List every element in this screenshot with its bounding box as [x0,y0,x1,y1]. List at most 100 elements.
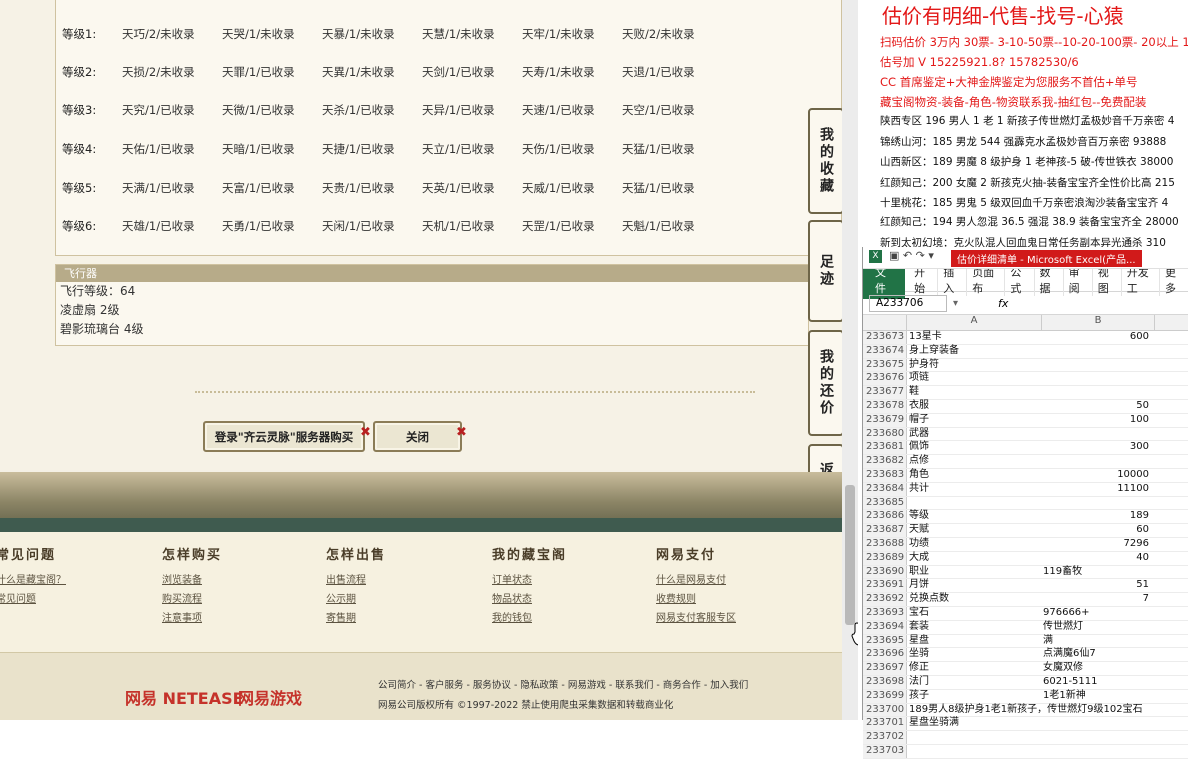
cell-b[interactable]: 600 [1041,331,1153,344]
row-number[interactable]: 233701 [863,717,907,731]
column-c-header[interactable] [1155,315,1188,330]
row-number[interactable]: 233678 [863,399,907,413]
sheet-row[interactable]: 233685 [863,496,1188,511]
scrollbar-thumb[interactable] [845,485,855,625]
sheet-row[interactable]: 233694 套装 传世燃灯 [863,620,1188,635]
sheet-row[interactable]: 233684 共计 11100 [863,482,1188,497]
row-number[interactable]: 233677 [863,386,907,399]
row-number[interactable]: 233692 [863,593,907,606]
cell-b[interactable] [1041,731,1151,744]
cell-a[interactable]: 宝石 [907,607,1041,620]
footer-link[interactable]: 收费规则 [656,590,736,609]
cell-b[interactable] [1041,717,1151,730]
footer-link[interactable]: 常见问题 [0,590,66,609]
footprint-tab[interactable]: 足迹 [808,220,844,322]
row-number[interactable]: 233679 [863,413,907,427]
row-number[interactable]: 233700 [863,703,907,717]
netease-games-logo[interactable]: 网易游戏 [238,685,302,709]
netease-logo[interactable]: 网易 NETEASE [125,685,244,709]
fx-icon[interactable]: fx [998,297,1008,310]
cell-b[interactable]: 6021-5111 [1041,676,1151,689]
cell-b[interactable] [1041,704,1151,717]
cell-b[interactable]: 100 [1041,414,1153,427]
sheet-row[interactable]: 233699 孩子 1老1新神 [863,689,1188,704]
cell-a[interactable]: 兑换点数 [907,593,1041,606]
sheet-row[interactable]: 233698 法门 6021-5111 [863,675,1188,690]
cell-a[interactable]: 13星卡 [907,331,1041,344]
cell-a[interactable]: 点修 [907,455,1041,468]
row-number[interactable]: 233684 [863,482,907,496]
cell-b[interactable] [1041,455,1153,468]
footer-link[interactable]: 寄售期 [326,609,386,628]
cell-b[interactable]: 1老1新神 [1041,690,1151,703]
row-number[interactable]: 233686 [863,510,907,524]
sheet-row[interactable]: 233695 星盘满 [863,634,1188,649]
cell-a[interactable]: 等级 [907,510,1041,523]
row-number[interactable]: 233696 [863,648,907,662]
row-number[interactable]: 233683 [863,468,907,482]
select-all-corner[interactable] [863,315,907,330]
cell-b[interactable]: 10000 [1041,469,1153,482]
column-b-header[interactable]: B [1042,315,1155,330]
footer-link[interactable]: 什么是藏宝阁？ [0,571,66,590]
footer-link[interactable]: 物品状态 [492,590,567,609]
cell-a[interactable]: 帽子 [907,414,1041,427]
sheet-row[interactable]: 233676 项链 [863,372,1188,387]
footer-link[interactable]: 公示期 [326,590,386,609]
row-number[interactable]: 233676 [863,372,907,386]
footer-link[interactable]: 注意事项 [162,609,222,628]
row-number[interactable]: 233690 [863,565,907,579]
cell-b[interactable]: 976666+ [1041,607,1151,620]
my-bargain-tab[interactable]: 我的还价 [808,330,844,436]
my-favorites-tab[interactable]: 我的收藏 [808,108,844,214]
sheet-row[interactable]: 233683 角色 10000 [863,468,1188,483]
cell-b[interactable]: 点满魔6仙7 [1041,648,1151,661]
sheet-row[interactable]: 233696 坐骑 点满魔6仙7 [863,648,1188,663]
cell-b[interactable] [1041,345,1153,358]
sheet-row[interactable]: 233701 星盘坐骑满 [863,717,1188,732]
cell-b[interactable]: 60 [1041,524,1153,537]
row-number[interactable]: 233693 [863,606,907,620]
row-number[interactable]: 233695 [863,634,907,648]
cell-a[interactable] [907,497,1041,510]
row-number[interactable]: 233674 [863,344,907,358]
cell-b[interactable]: 50 [1041,400,1153,413]
cell-b[interactable]: 189 [1041,510,1153,523]
quick-access-icon[interactable]: ▣ ↶ ↷ ▾ [889,249,934,262]
row-number[interactable]: 233685 [863,496,907,510]
cell-b[interactable] [1041,372,1153,385]
cell-a[interactable]: 角色 [907,469,1041,482]
cell-b[interactable]: 女魔双修 [1041,662,1151,675]
cell-b[interactable]: 7296 [1041,538,1153,551]
cell-b[interactable]: 300 [1041,441,1153,454]
cell-a[interactable]: 共计 [907,483,1041,496]
footer-link[interactable]: 购买流程 [162,590,222,609]
cell-a[interactable]: 佩饰 [907,441,1041,454]
row-number[interactable]: 233687 [863,524,907,537]
cell-b[interactable]: 传世燃灯 [1041,621,1151,634]
sheet-row[interactable]: 233687 天赋 60 [863,524,1188,538]
footer-link[interactable]: 浏览装备 [162,571,222,590]
dropdown-icon[interactable]: ▾ [953,298,958,309]
cell-a[interactable]: 衣服 [907,400,1041,413]
cell-b[interactable]: 7 [1041,593,1153,606]
footer-link[interactable]: 什么是网易支付 [656,571,736,590]
cell-a[interactable]: 职业 [907,566,1041,579]
row-number[interactable]: 233680 [863,427,907,441]
footer-link[interactable]: 出售流程 [326,571,386,590]
cell-a[interactable]: 护身符 [907,359,1041,372]
sheet-row[interactable]: 233679 帽子 100 [863,413,1188,428]
cell-a[interactable] [907,745,1041,758]
row-number[interactable]: 233698 [863,675,907,689]
sheet-row[interactable]: 233681 佩饰 300 [863,441,1188,456]
cell-a[interactable]: 月饼 [907,579,1041,592]
cell-a[interactable]: 孩子 [907,690,1041,703]
sheet-grid[interactable]: 233673 13星卡 600 233674 身上穿装备 233675 护身符 233676 项… [863,331,1188,759]
cell-b[interactable]: 满 [1041,635,1151,648]
login-server-buy-button[interactable]: 登录"齐云灵脉"服务器购买 [203,421,365,452]
row-number[interactable]: 233681 [863,441,907,455]
cell-a[interactable]: 套装 [907,621,1041,634]
sheet-row[interactable]: 233692 兑换点数 7 [863,593,1188,607]
cell-b[interactable]: 51 [1041,579,1153,592]
sheet-row[interactable]: 233697 修正 女魔双修 [863,662,1188,676]
